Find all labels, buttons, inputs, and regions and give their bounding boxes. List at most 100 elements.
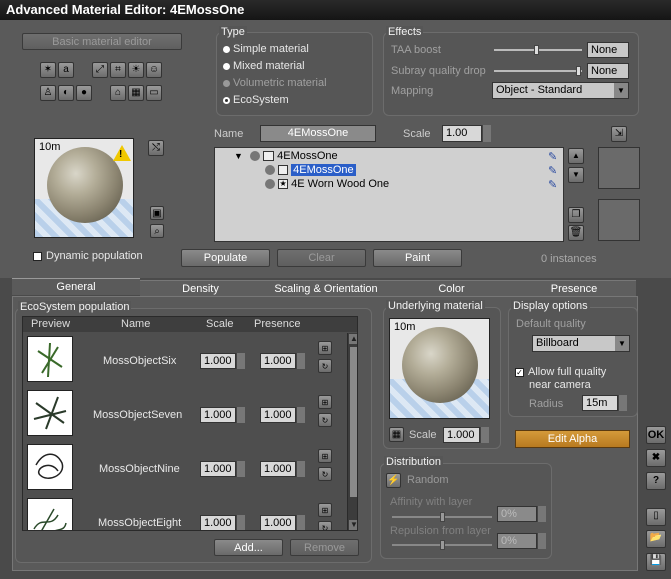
affinity-slider[interactable] [392,512,492,522]
export-icon[interactable]: ▭ [146,85,162,101]
repulsion-field[interactable]: 0% [497,533,537,549]
figure-icon[interactable]: ♙ [40,85,56,101]
affinity-slider-knob[interactable] [440,512,445,522]
remove-button[interactable]: Remove [290,539,359,556]
sphere-icon[interactable]: ● [76,85,92,101]
close-button[interactable]: ✖ [646,449,666,467]
row-scale-spinner[interactable] [236,461,245,477]
edit-object-icon[interactable]: ⊞ [318,503,332,517]
underlying-scale-field[interactable]: 1.000 [443,427,480,443]
cube-icon[interactable]: ▣ [150,206,164,220]
tab-presence[interactable]: Presence [512,280,636,297]
row-presence-spinner[interactable] [296,515,305,530]
edit-pencil-icon[interactable]: ✎ [548,178,557,191]
add-button[interactable]: Add... [214,539,283,556]
radius-field[interactable]: 15m [582,395,618,411]
subray-value[interactable]: None [587,63,629,79]
table-row[interactable]: MossObjectEight 1.000 1.000 ⊞ ↻ [23,495,347,530]
reload-icon[interactable]: ↻ [318,521,332,530]
row-presence-spinner[interactable] [296,407,305,423]
reload-icon[interactable]: ↻ [318,413,332,427]
clear-button[interactable]: Clear [277,249,366,267]
checker-icon[interactable]: ▦ [389,427,404,442]
radio-mixed-material[interactable]: Mixed material [223,60,305,72]
dynamic-population-checkbox[interactable]: Dynamic population [33,250,143,262]
scale-field[interactable]: 1.00 [442,125,482,142]
table-row[interactable]: MossObjectNine 1.000 1.000 ⊞ ↻ [23,441,347,495]
move-down-icon[interactable]: ▼ [568,167,584,183]
zoom-icon[interactable]: ⌕ [150,224,164,238]
new-file-icon[interactable]: ▯ [646,508,666,526]
row-presence[interactable]: 1.000 [260,461,296,477]
row-scale[interactable]: 1.000 [200,461,236,477]
move-up-icon[interactable]: ▲ [568,148,584,164]
row-scale-spinner[interactable] [236,515,245,530]
row-scale-spinner[interactable] [236,353,245,369]
scale-spinner[interactable] [482,125,491,142]
subray-slider[interactable] [494,66,582,76]
row-presence[interactable]: 1.000 [260,353,296,369]
row-presence[interactable]: 1.000 [260,407,296,423]
affinity-spinner[interactable] [537,506,546,522]
trash-icon[interactable]: 🗑 [568,225,584,241]
row-scale[interactable]: 1.000 [200,353,236,369]
edit-alpha-button[interactable]: Edit Alpha [515,430,630,448]
table-row[interactable]: MossObjectSix 1.000 1.000 ⊞ ↻ [23,333,347,387]
tab-general[interactable]: General [12,278,140,295]
scroll-up-icon[interactable]: ▲ [349,334,357,344]
checkbox-box[interactable]: ✓ [515,367,524,377]
crop-icon[interactable]: ⌗ [110,62,126,78]
radio-volumetric-material[interactable]: Volumetric material [223,77,327,89]
tab-color[interactable]: Color [391,280,512,297]
moon-icon[interactable]: ◐ [58,85,74,101]
repulsion-slider-knob[interactable] [440,540,445,550]
help-button[interactable]: ? [646,472,666,490]
repulsion-spinner[interactable] [537,533,546,549]
tree-row-mossone[interactable]: 4EMossOne [265,164,356,176]
checkbox-box[interactable] [33,251,42,261]
edit-pencil-icon[interactable]: ✎ [548,150,557,163]
chevron-down-icon[interactable]: ▼ [614,83,628,98]
light-icon[interactable]: ☀ [128,62,144,78]
allow-full-quality-checkbox[interactable]: ✓ Allow full quality [515,366,606,378]
radio-ecosystem[interactable]: EcoSystem [223,94,289,106]
edit-object-icon[interactable]: ⊞ [318,449,332,463]
reload-icon[interactable]: ↻ [318,467,332,481]
edit-pencil-icon[interactable]: ✎ [548,164,557,177]
row-presence-spinner[interactable] [296,461,305,477]
shuffle-icon[interactable]: ⤭ [148,140,164,156]
random-icon[interactable]: ⚡ [386,473,401,488]
radius-spinner[interactable] [618,395,627,411]
tree-expander[interactable]: ▼ [234,151,243,161]
paint-button[interactable]: Paint [373,249,462,267]
material-icon[interactable]: ✶ [40,62,56,78]
taa-slider[interactable] [494,45,582,55]
tree-row-root[interactable]: 4EMossOne [250,150,338,162]
repulsion-slider[interactable] [392,540,492,550]
render-icon[interactable]: ▦ [128,85,144,101]
copy-icon[interactable]: ❐ [568,207,584,223]
mapping-select[interactable]: Object - Standard ▼ [492,82,629,99]
save-icon[interactable]: 💾 [646,553,666,571]
quality-select[interactable]: Billboard ▼ [532,335,630,352]
underlying-scale-spinner[interactable] [480,427,489,443]
scroll-down-icon[interactable]: ▼ [349,520,357,530]
row-presence[interactable]: 1.000 [260,515,296,530]
taa-slider-knob[interactable] [534,45,539,55]
populate-button[interactable]: Populate [181,249,270,267]
ok-button[interactable]: OK [646,426,666,444]
chevron-down-icon[interactable]: ▼ [615,336,629,351]
affinity-field[interactable]: 0% [497,506,537,522]
row-presence-spinner[interactable] [296,353,305,369]
scene-icon[interactable]: ⌂ [110,85,126,101]
tree-row-wornwood[interactable]: ★ 4E Worn Wood One [265,178,389,190]
graph-icon[interactable]: ⤢ [92,62,108,78]
subray-slider-knob[interactable] [576,66,581,76]
row-scale[interactable]: 1.000 [200,515,236,530]
taa-value[interactable]: None [587,42,629,58]
row-scale[interactable]: 1.000 [200,407,236,423]
edit-object-icon[interactable]: ⊞ [318,341,332,355]
reload-icon[interactable]: ↻ [318,359,332,373]
table-scrollbar[interactable]: ▲ ▼ [347,333,357,530]
text-a-icon[interactable]: a [58,62,74,78]
